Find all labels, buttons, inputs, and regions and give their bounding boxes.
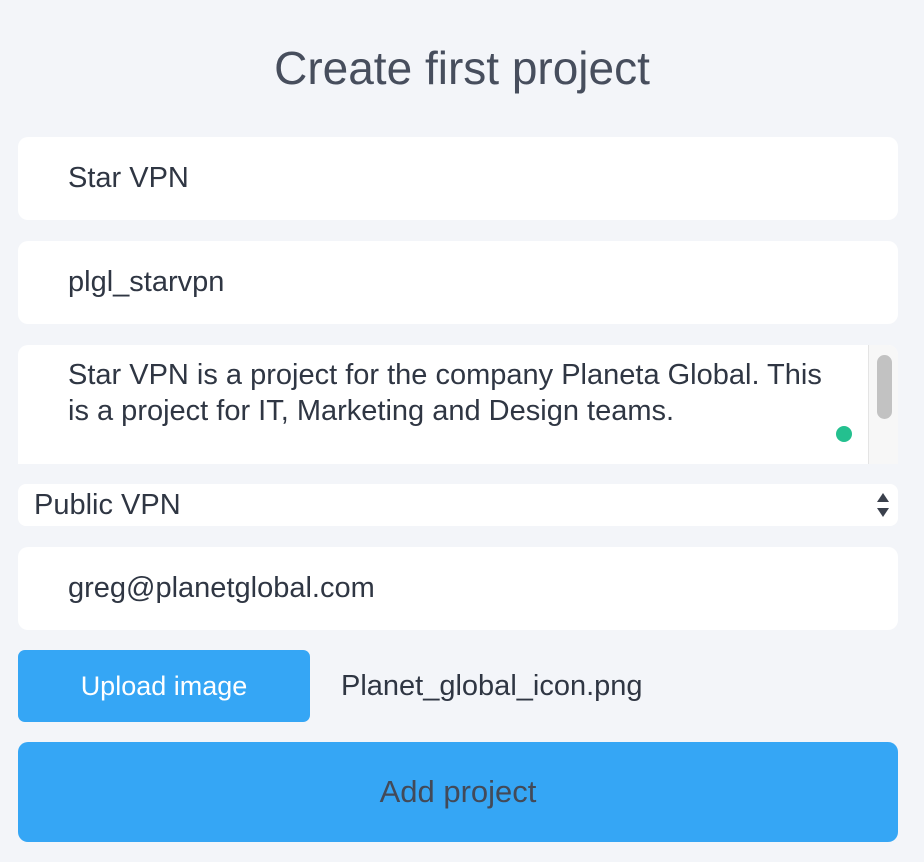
project-name-input[interactable] [18, 137, 898, 220]
up-down-arrows-icon [877, 493, 889, 517]
upload-image-button[interactable]: Upload image [18, 650, 310, 722]
add-project-button[interactable]: Add project [18, 742, 898, 842]
page-title: Create first project [274, 42, 650, 94]
scrollbar-thumb[interactable] [877, 355, 892, 419]
description-text: Star VPN is a project for the company Pl… [68, 359, 822, 427]
select-value: Public VPN [34, 489, 181, 521]
uploaded-file-name: Planet_global_icon.png [341, 670, 643, 702]
description-textarea[interactable]: Star VPN is a project for the company Pl… [18, 345, 898, 464]
project-key-input[interactable] [18, 241, 898, 324]
status-dot-icon [836, 426, 852, 442]
scrollbar[interactable] [868, 345, 898, 464]
email-input[interactable] [18, 547, 898, 630]
project-type-select[interactable]: Public VPN [18, 484, 898, 526]
